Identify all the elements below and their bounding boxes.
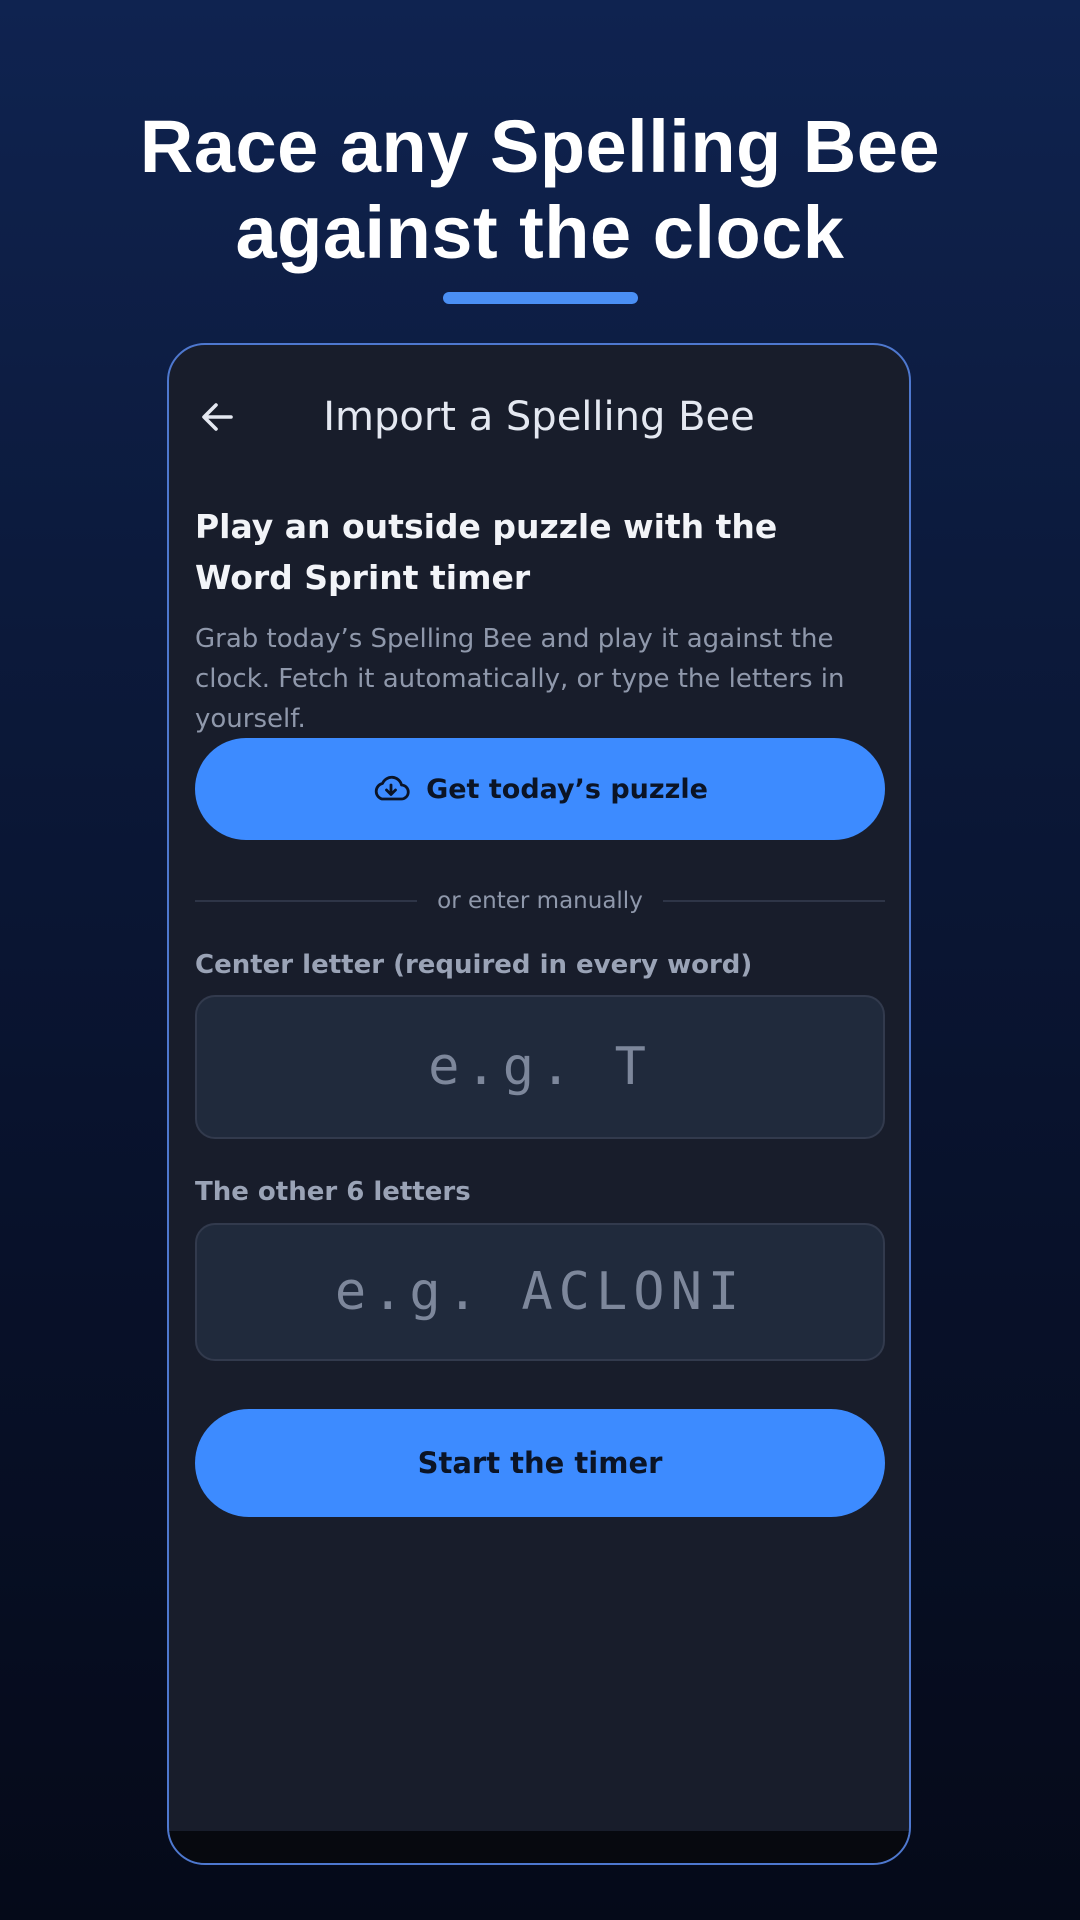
headline-line-1: Race any Spelling Bee bbox=[139, 105, 941, 188]
divider-line-left bbox=[195, 900, 418, 902]
phone-frame: Import a Spelling Bee Play an outside pu… bbox=[167, 343, 911, 1865]
cloud-download-icon bbox=[372, 774, 410, 804]
get-todays-puzzle-label: Get today’s puzzle bbox=[426, 773, 708, 805]
manual-entry-divider: or enter manually bbox=[195, 881, 885, 921]
center-letter-input[interactable] bbox=[195, 995, 885, 1139]
promo-headline: Race any Spelling Bee against the clock bbox=[0, 104, 1080, 276]
headline-line-2: against the clock bbox=[235, 191, 845, 274]
divider-text: or enter manually bbox=[437, 888, 643, 914]
intro-title: Play an outside puzzle with the Word Spr… bbox=[195, 507, 778, 597]
screen-title: Import a Spelling Bee bbox=[323, 394, 755, 440]
start-timer-button[interactable]: Start the timer bbox=[195, 1409, 885, 1517]
center-letter-label: Center letter (required in every word) bbox=[195, 950, 753, 980]
get-todays-puzzle-button[interactable]: Get today’s puzzle bbox=[195, 738, 885, 840]
other-letters-input[interactable] bbox=[195, 1223, 885, 1361]
headline-underline bbox=[443, 292, 638, 304]
divider-line-right bbox=[662, 900, 885, 902]
system-navigation-bar bbox=[169, 1831, 909, 1863]
app-bar: Import a Spelling Bee bbox=[169, 345, 909, 485]
intro-description: Grab today’s Spelling Bee and play it ag… bbox=[195, 624, 845, 734]
other-letters-label: The other 6 letters bbox=[195, 1177, 471, 1207]
